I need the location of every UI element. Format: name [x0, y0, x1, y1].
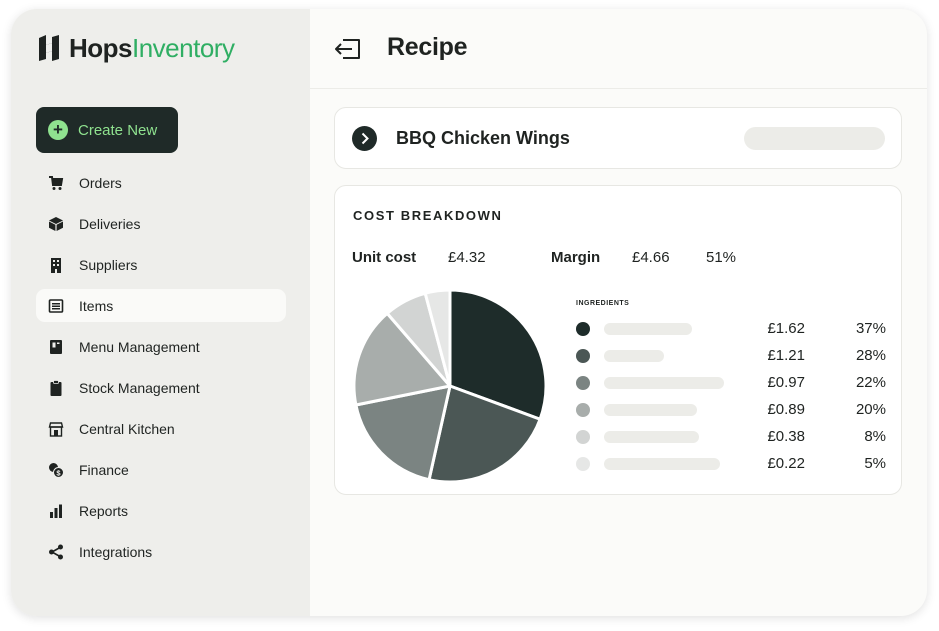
sidebar-item-label: Orders [79, 174, 122, 191]
ingredient-amount: £0.38 [767, 428, 805, 445]
sidebar-item-label: Finance [79, 461, 129, 478]
brand-name: HopsInventory [69, 32, 235, 64]
ingredient-name-placeholder [604, 350, 664, 362]
legend-dot [576, 322, 590, 336]
sidebar-item-label: Deliveries [79, 215, 141, 232]
app-window: HopsInventory + Create New Orders Delive… [11, 9, 927, 616]
ingredient-name-placeholder [604, 458, 720, 470]
cost-breakdown-title: COST BREAKDOWN [353, 208, 503, 223]
recipe-card: BBQ Chicken Wings [334, 107, 902, 169]
logo: HopsInventory [35, 32, 235, 64]
ingredient-row: £1.21 28% [576, 346, 886, 366]
margin-label: Margin [551, 249, 601, 266]
ingredient-percent: 37% [855, 320, 886, 337]
ingredient-percent: 20% [855, 401, 886, 418]
ingredient-name-placeholder [604, 323, 692, 335]
page-header: Recipe [310, 9, 927, 89]
sidebar-item-items[interactable]: Items [36, 289, 286, 322]
sidebar-item-deliveries[interactable]: Deliveries [36, 207, 286, 240]
sidebar-item-central-kitchen[interactable]: Central Kitchen [36, 412, 286, 445]
ingredient-amount: £0.97 [767, 374, 805, 391]
sidebar-item-reports[interactable]: Reports [36, 494, 286, 527]
ingredient-name-placeholder [604, 404, 697, 416]
menu-book-icon [50, 339, 62, 354]
main-content: Recipe BBQ Chicken Wings COST BREAKDOWN … [310, 9, 927, 616]
kitchen-icon [48, 421, 64, 437]
brand-name-part2: Inventory [132, 32, 235, 63]
expand-button[interactable] [352, 126, 377, 151]
ingredient-percent: 5% [864, 455, 886, 472]
cost-breakdown-card: COST BREAKDOWN Unit cost £4.32 Margin £4… [334, 185, 902, 495]
sidebar-item-orders[interactable]: Orders [36, 166, 286, 199]
hops-logo-icon [39, 35, 59, 61]
ingredient-row: £0.38 8% [576, 427, 886, 447]
ingredient-amount: £1.62 [767, 320, 805, 337]
ingredient-amount: £0.89 [767, 401, 805, 418]
sidebar-item-label: Reports [79, 502, 129, 519]
sidebar-item-label: Suppliers [79, 256, 138, 273]
building-icon [51, 257, 61, 273]
ingredient-row: £0.22 5% [576, 454, 886, 474]
ingredient-percent: 28% [855, 347, 886, 364]
recipe-name: BBQ Chicken Wings [396, 128, 570, 148]
legend-dot [576, 349, 590, 363]
cost-pie-chart [352, 288, 548, 484]
unit-cost-label: Unit cost [352, 249, 417, 266]
ingredient-name-placeholder [604, 431, 699, 443]
page-title: Recipe [387, 33, 468, 61]
create-new-button[interactable]: + Create New [36, 107, 178, 153]
ingredient-row: £1.62 37% [576, 319, 886, 339]
ingredient-amount: £1.21 [767, 347, 805, 364]
sidebar-item-finance[interactable]: $ Finance [36, 453, 286, 486]
sidebar-item-stock-management[interactable]: Stock Management [36, 371, 286, 404]
bar-chart-icon [50, 504, 62, 518]
plus-icon: + [48, 120, 68, 140]
margin-percent: 51% [706, 249, 737, 266]
sidebar-nav: Orders Deliveries Suppliers Items Menu M… [36, 166, 286, 576]
ingredient-amount: £0.22 [767, 455, 805, 472]
ingredient-percent: 22% [855, 374, 886, 391]
ingredient-row: £0.97 22% [576, 373, 886, 393]
sidebar-item-suppliers[interactable]: Suppliers [36, 248, 286, 281]
legend-dot [576, 376, 590, 390]
sidebar-item-label: Central Kitchen [79, 420, 175, 437]
sidebar-item-integrations[interactable]: Integrations [36, 535, 286, 568]
coins-icon: $ [49, 462, 64, 478]
sidebar-item-label: Integrations [79, 543, 153, 560]
sidebar-item-label: Items [79, 297, 114, 314]
chevron-right-icon [361, 132, 369, 145]
sidebar-item-menu-management[interactable]: Menu Management [36, 330, 286, 363]
cart-icon [49, 175, 64, 190]
sidebar: HopsInventory + Create New Orders Delive… [11, 9, 310, 616]
legend-dot [576, 457, 590, 471]
legend-dot [576, 403, 590, 417]
sidebar-item-label: Menu Management [79, 338, 200, 355]
create-new-label: Create New [78, 121, 158, 139]
box-icon [49, 216, 63, 231]
sidebar-item-label: Stock Management [79, 379, 200, 396]
ingredient-percent: 8% [864, 428, 886, 445]
back-icon[interactable] [334, 36, 364, 62]
margin-value: £4.66 [632, 249, 670, 266]
legend-dot [576, 430, 590, 444]
ingredient-name-placeholder [604, 377, 724, 389]
clipboard-icon [50, 379, 62, 396]
placeholder-pill [744, 127, 885, 150]
share-icon [49, 544, 63, 559]
brand-name-part1: Hops [69, 32, 133, 63]
list-icon [48, 298, 64, 313]
ingredient-row: £0.89 20% [576, 400, 886, 420]
ingredients-heading: INGREDIENTS [576, 300, 630, 307]
unit-cost-value: £4.32 [448, 249, 486, 266]
